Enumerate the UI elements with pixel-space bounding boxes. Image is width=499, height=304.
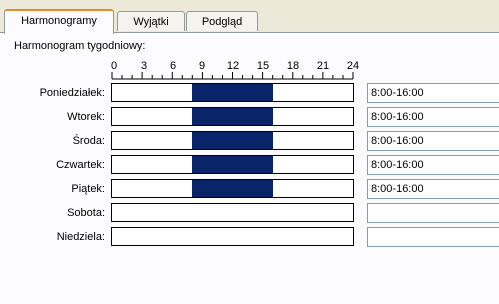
ruler-tick-label: 6 <box>169 60 177 72</box>
ruler-ticks <box>111 72 354 80</box>
ruler-tick-label: 21 <box>316 60 330 72</box>
tab-harmonogramy-label: Harmonogramy <box>21 15 97 27</box>
ruler-tick-label: 18 <box>286 60 300 72</box>
schedule-fill <box>192 108 273 125</box>
tab-harmonogramy[interactable]: Harmonogramy <box>4 9 114 34</box>
tab-bar: Harmonogramy Wyjątki Podgląd <box>0 9 499 34</box>
time-field-saturday[interactable] <box>367 203 499 223</box>
time-field-tuesday[interactable]: 8:00-16:00 <box>367 107 499 127</box>
day-bar-wednesday[interactable] <box>111 131 354 150</box>
ruler-tick-label: 9 <box>198 60 206 72</box>
day-bar-saturday[interactable] <box>111 203 354 222</box>
time-field-monday[interactable]: 8:00-16:00 <box>367 83 499 103</box>
day-bar-friday[interactable] <box>111 179 354 198</box>
ruler-tick-label: 24 <box>346 60 360 72</box>
hour-ruler: 0 3 6 9 12 15 18 21 24 <box>110 60 359 80</box>
time-field-thursday[interactable]: 8:00-16:00 <box>367 155 499 175</box>
day-label-tuesday: Wtorek: <box>67 111 105 123</box>
day-label-saturday: Sobota: <box>67 207 105 219</box>
tab-wyjatki[interactable]: Wyjątki <box>117 11 185 31</box>
day-bar-monday[interactable] <box>111 83 354 102</box>
time-field-wednesday[interactable]: 8:00-16:00 <box>367 131 499 151</box>
schedule-fill <box>192 156 273 173</box>
ruler-tick-label: 3 <box>140 60 148 72</box>
ruler-tick-label: 0 <box>110 60 118 72</box>
day-bar-tuesday[interactable] <box>111 107 354 126</box>
ruler-tick-label: 12 <box>226 60 240 72</box>
time-field-sunday[interactable] <box>367 227 499 247</box>
day-label-thursday: Czwartek: <box>56 159 105 171</box>
tab-podglad[interactable]: Podgląd <box>186 11 258 31</box>
tab-wyjatki-label: Wyjątki <box>133 16 169 28</box>
day-label-wednesday: Środa: <box>72 135 105 147</box>
day-label-monday: Poniedziałek: <box>39 87 105 99</box>
tab-podglad-label: Podgląd <box>201 16 243 28</box>
section-heading: Harmonogram tygodniowy: <box>14 40 146 52</box>
schedule-fill <box>192 132 273 149</box>
schedule-fill <box>192 180 273 197</box>
time-field-friday[interactable]: 8:00-16:00 <box>367 179 499 199</box>
day-bar-thursday[interactable] <box>111 155 354 174</box>
day-bar-sunday[interactable] <box>111 227 354 246</box>
day-label-sunday: Niedziela: <box>56 231 105 243</box>
day-label-friday: Piątek: <box>71 183 105 195</box>
ruler-tick-label: 15 <box>256 60 270 72</box>
schedule-fill <box>192 84 273 101</box>
